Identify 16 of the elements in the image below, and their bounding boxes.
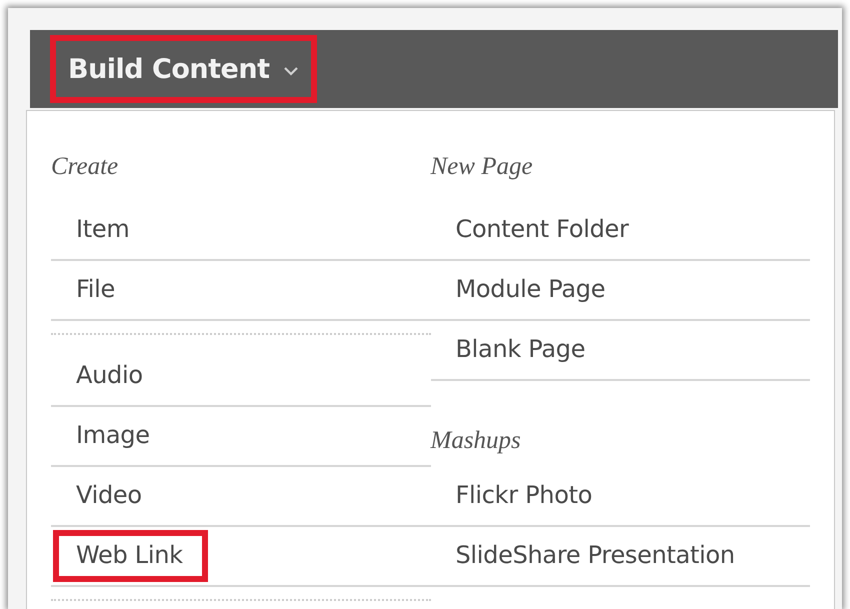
- section-heading: Create: [51, 153, 120, 181]
- build-content-button[interactable]: Build Content: [50, 35, 318, 103]
- menu-item[interactable]: Flickr Photo: [432, 470, 618, 522]
- menu-item[interactable]: File: [53, 264, 140, 316]
- menu-item[interactable]: Blank Page: [432, 324, 610, 376]
- section-heading: New Page: [430, 153, 534, 181]
- menu-item[interactable]: Item: [53, 204, 154, 256]
- caret-icon: [283, 66, 300, 76]
- menu-item[interactable]: SlideShare Presentation: [432, 530, 760, 582]
- section-heading: Mashups: [430, 427, 522, 455]
- menu-item[interactable]: Web Link: [53, 530, 208, 582]
- menu-item[interactable]: Video: [53, 470, 167, 522]
- menu-item[interactable]: Content Folder: [432, 204, 654, 256]
- menu-item[interactable]: Audio: [53, 350, 168, 402]
- menu-item[interactable]: Module Page: [432, 264, 630, 316]
- menu-item[interactable]: Image: [53, 410, 175, 462]
